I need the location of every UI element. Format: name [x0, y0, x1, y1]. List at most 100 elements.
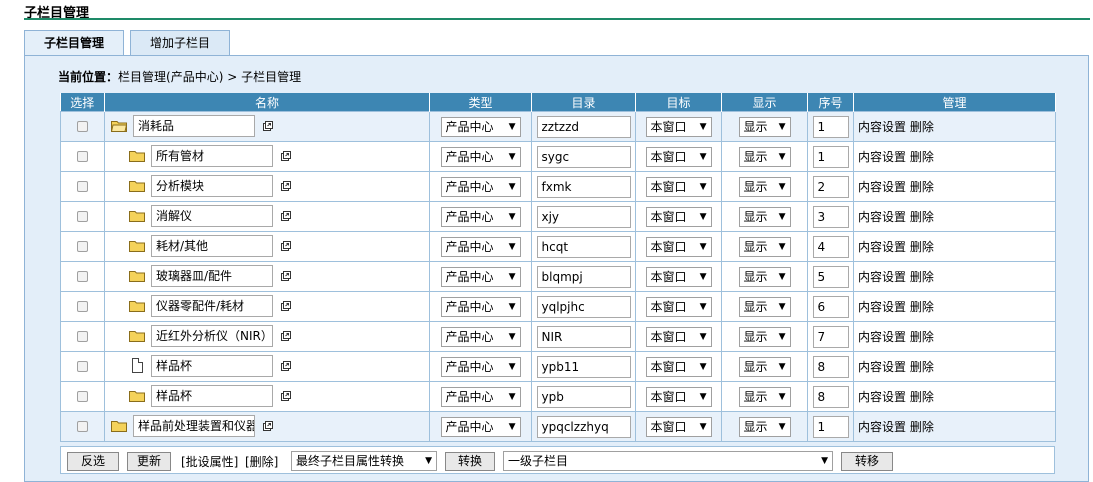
- target-select[interactable]: 本窗口: [645, 146, 712, 167]
- order-input[interactable]: 1: [812, 115, 849, 138]
- edit-popup-icon[interactable]: [281, 151, 291, 161]
- content-settings-link[interactable]: 内容设置: [858, 180, 906, 194]
- row-checkbox[interactable]: [77, 361, 88, 372]
- row-checkbox[interactable]: [77, 301, 88, 312]
- name-input[interactable]: 样品杯: [151, 385, 273, 407]
- type-select[interactable]: 产品中心: [440, 146, 521, 167]
- type-select[interactable]: 产品中心: [440, 236, 521, 257]
- delete-row-link[interactable]: 删除: [910, 240, 934, 254]
- edit-popup-icon[interactable]: [281, 331, 291, 341]
- delete-link[interactable]: [删除]: [245, 453, 278, 470]
- row-checkbox[interactable]: [77, 271, 88, 282]
- order-input[interactable]: 2: [812, 175, 849, 198]
- content-settings-link[interactable]: 内容设置: [858, 300, 906, 314]
- target-select[interactable]: 本窗口: [645, 416, 712, 437]
- row-checkbox[interactable]: [77, 421, 88, 432]
- row-checkbox[interactable]: [77, 181, 88, 192]
- edit-popup-icon[interactable]: [263, 421, 273, 431]
- target-select[interactable]: 本窗口: [645, 326, 712, 347]
- target-select[interactable]: 本窗口: [645, 176, 712, 197]
- dir-input[interactable]: zztzzd: [536, 115, 631, 138]
- tab-add-subcolumn[interactable]: 增加子栏目: [130, 30, 230, 55]
- delete-row-link[interactable]: 删除: [910, 390, 934, 404]
- move-button[interactable]: 转移: [841, 452, 893, 471]
- order-input[interactable]: 7: [812, 325, 849, 348]
- order-input[interactable]: 1: [812, 415, 849, 438]
- show-select[interactable]: 显示: [738, 236, 791, 257]
- row-checkbox[interactable]: [77, 241, 88, 252]
- content-settings-link[interactable]: 内容设置: [858, 330, 906, 344]
- type-select[interactable]: 产品中心: [440, 326, 521, 347]
- order-input[interactable]: 5: [812, 265, 849, 288]
- order-input[interactable]: 6: [812, 295, 849, 318]
- target-select[interactable]: 本窗口: [645, 296, 712, 317]
- target-select[interactable]: 本窗口: [645, 356, 712, 377]
- row-checkbox[interactable]: [77, 331, 88, 342]
- delete-row-link[interactable]: 删除: [910, 420, 934, 434]
- name-input[interactable]: 样品前处理装置和仪器: [133, 415, 255, 437]
- content-settings-link[interactable]: 内容设置: [858, 150, 906, 164]
- target-select[interactable]: 本窗口: [645, 266, 712, 287]
- name-input[interactable]: 分析模块: [151, 175, 273, 197]
- show-select[interactable]: 显示: [738, 416, 791, 437]
- row-checkbox[interactable]: [77, 121, 88, 132]
- batch-attr-link[interactable]: [批设属性]: [181, 453, 238, 470]
- dir-input[interactable]: blqmpj: [536, 265, 631, 288]
- invert-select-button[interactable]: 反选: [67, 452, 119, 471]
- content-settings-link[interactable]: 内容设置: [858, 120, 906, 134]
- type-select[interactable]: 产品中心: [440, 386, 521, 407]
- name-input[interactable]: 所有管材: [151, 145, 273, 167]
- dir-input[interactable]: sygc: [536, 145, 631, 168]
- edit-popup-icon[interactable]: [281, 181, 291, 191]
- edit-popup-icon[interactable]: [281, 361, 291, 371]
- order-input[interactable]: 3: [812, 205, 849, 228]
- show-select[interactable]: 显示: [738, 356, 791, 377]
- dir-input[interactable]: ypb11: [536, 355, 631, 378]
- dir-input[interactable]: NIR: [536, 325, 631, 348]
- edit-popup-icon[interactable]: [281, 241, 291, 251]
- edit-popup-icon[interactable]: [281, 301, 291, 311]
- delete-row-link[interactable]: 删除: [910, 210, 934, 224]
- delete-row-link[interactable]: 删除: [910, 180, 934, 194]
- move-target-select[interactable]: 一级子栏目: [503, 451, 833, 471]
- order-input[interactable]: 8: [812, 355, 849, 378]
- order-input[interactable]: 8: [812, 385, 849, 408]
- type-select[interactable]: 产品中心: [440, 206, 521, 227]
- type-select[interactable]: 产品中心: [440, 116, 521, 137]
- name-input[interactable]: 消耗品: [133, 115, 255, 137]
- name-input[interactable]: 近红外分析仪（NIR）: [151, 325, 273, 347]
- delete-row-link[interactable]: 删除: [910, 300, 934, 314]
- convert-select[interactable]: 最终子栏目属性转换: [291, 451, 437, 471]
- delete-row-link[interactable]: 删除: [910, 360, 934, 374]
- dir-input[interactable]: ypqclzzhyq: [536, 415, 631, 438]
- content-settings-link[interactable]: 内容设置: [858, 210, 906, 224]
- target-select[interactable]: 本窗口: [645, 236, 712, 257]
- show-select[interactable]: 显示: [738, 116, 791, 137]
- content-settings-link[interactable]: 内容设置: [858, 270, 906, 284]
- show-select[interactable]: 显示: [738, 296, 791, 317]
- type-select[interactable]: 产品中心: [440, 296, 521, 317]
- content-settings-link[interactable]: 内容设置: [858, 360, 906, 374]
- edit-popup-icon[interactable]: [281, 271, 291, 281]
- dir-input[interactable]: yqlpjhc: [536, 295, 631, 318]
- content-settings-link[interactable]: 内容设置: [858, 390, 906, 404]
- content-settings-link[interactable]: 内容设置: [858, 240, 906, 254]
- dir-input[interactable]: hcqt: [536, 235, 631, 258]
- delete-row-link[interactable]: 删除: [910, 120, 934, 134]
- delete-row-link[interactable]: 删除: [910, 270, 934, 284]
- update-button[interactable]: 更新: [127, 452, 171, 471]
- show-select[interactable]: 显示: [738, 206, 791, 227]
- target-select[interactable]: 本窗口: [645, 206, 712, 227]
- type-select[interactable]: 产品中心: [440, 266, 521, 287]
- type-select[interactable]: 产品中心: [440, 176, 521, 197]
- edit-popup-icon[interactable]: [281, 391, 291, 401]
- show-select[interactable]: 显示: [738, 266, 791, 287]
- name-input[interactable]: 耗材/其他: [151, 235, 273, 257]
- order-input[interactable]: 4: [812, 235, 849, 258]
- order-input[interactable]: 1: [812, 145, 849, 168]
- dir-input[interactable]: xjy: [536, 205, 631, 228]
- show-select[interactable]: 显示: [738, 146, 791, 167]
- tab-subcolumn-manage[interactable]: 子栏目管理: [24, 30, 124, 57]
- name-input[interactable]: 仪器零配件/耗材: [151, 295, 273, 317]
- show-select[interactable]: 显示: [738, 326, 791, 347]
